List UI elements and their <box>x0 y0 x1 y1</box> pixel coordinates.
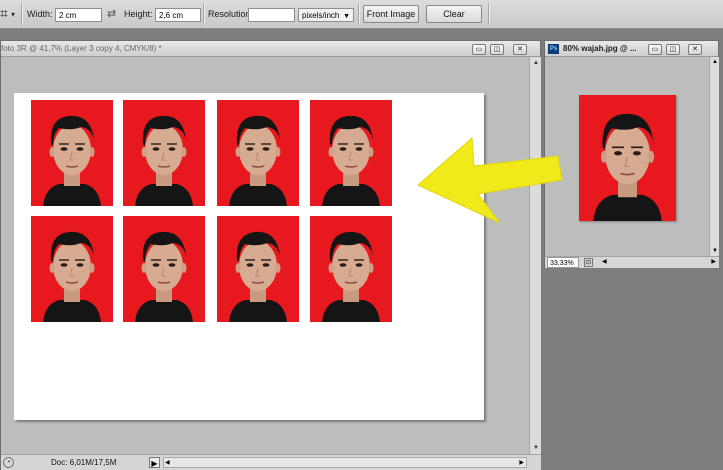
window-titlebar[interactable]: foto 3R @ 41,7% (Layer 3 copy 4, CMYK/8)… <box>1 41 540 57</box>
document-canvas[interactable] <box>1 57 529 454</box>
minimize-button[interactable]: ▭ <box>648 44 662 55</box>
portrait-photo <box>31 100 113 206</box>
scroll-down-icon[interactable]: ▼ <box>530 442 542 454</box>
zoom-level-input[interactable]: 33,33% <box>547 257 579 268</box>
close-icon: ✕ <box>517 46 523 53</box>
portrait-photo <box>31 216 113 322</box>
horizontal-scrollbar[interactable]: ◀ ▶ <box>163 457 527 468</box>
window-titlebar[interactable]: Ps 80% wajah.jpg @ ... ▭ ◫ ✕ <box>545 41 718 57</box>
close-icon: ✕ <box>692 46 698 53</box>
portrait-photo <box>217 216 299 322</box>
restore-button[interactable]: ◫ <box>490 44 504 55</box>
separator <box>203 3 204 25</box>
portrait-photo <box>123 216 205 322</box>
scroll-up-icon[interactable]: ▲ <box>710 57 720 67</box>
restore-icon: ◫ <box>493 46 501 53</box>
scroll-up-icon[interactable]: ▲ <box>530 57 542 69</box>
separator <box>358 3 359 25</box>
scroll-right-icon[interactable]: ▶ <box>711 258 716 265</box>
restore-button[interactable]: ◫ <box>666 44 680 55</box>
width-input[interactable]: 2 cm <box>55 8 102 22</box>
arrow-left-icon <box>417 136 563 224</box>
height-input[interactable]: 2,6 cm <box>155 8 201 22</box>
scroll-left-icon[interactable]: ◀ <box>165 458 170 468</box>
options-bar: ⌗ ▾ Width: 2 cm ⇄ Height: 2,6 cm Resolut… <box>0 0 723 29</box>
minimize-icon: ▭ <box>475 46 483 53</box>
front-image-button[interactable]: Front Image <box>363 5 419 23</box>
window-title: 80% wajah.jpg @ ... <box>563 44 637 53</box>
photoshop-icon: Ps <box>548 44 559 54</box>
clear-button[interactable]: Clear <box>426 5 482 23</box>
separator <box>21 3 22 25</box>
vertical-scrollbar[interactable]: ▲ ▼ <box>709 57 719 256</box>
close-button[interactable]: ✕ <box>688 44 702 55</box>
restore-icon: ◫ <box>669 46 677 53</box>
doc-size-text: Doc: 6,01M/17,5M <box>51 458 117 467</box>
resolution-input[interactable] <box>248 8 295 22</box>
width-label: Width: <box>27 9 53 19</box>
swap-arrows-icon[interactable]: ⇄ <box>107 7 116 20</box>
minimize-icon: ▭ <box>651 46 659 53</box>
resolution-label: Resolution: <box>208 9 254 19</box>
portrait-photo <box>123 100 205 206</box>
scroll-down-icon[interactable]: ▼ <box>710 246 720 256</box>
height-label: Height: <box>124 9 153 19</box>
separator <box>488 3 489 25</box>
chevron-down-icon: ▼ <box>343 13 350 20</box>
crop-icon[interactable]: ⌗ <box>0 5 8 22</box>
status-bar: 33,33% ⊡ ◀ ▶ <box>545 256 719 268</box>
portrait-photo <box>310 216 392 322</box>
status-menu-arrow-icon[interactable]: ▶ <box>149 457 160 468</box>
photoshop-workspace: ⌗ ▾ Width: 2 cm ⇄ Height: 2,6 cm Resolut… <box>0 0 723 470</box>
vertical-scrollbar[interactable]: ▲ ▼ <box>529 57 541 454</box>
scroll-right-icon[interactable]: ▶ <box>519 458 524 468</box>
close-button[interactable]: ✕ <box>513 44 527 55</box>
minimize-button[interactable]: ▭ <box>472 44 486 55</box>
source-portrait-photo <box>579 95 676 221</box>
navigator-icon[interactable]: ⊡ <box>584 258 593 267</box>
chevron-down-icon[interactable]: ▾ <box>11 10 15 19</box>
zoom-icon[interactable]: ◔ <box>3 457 14 468</box>
portrait-photo <box>217 100 299 206</box>
portrait-photo <box>310 100 392 206</box>
main-document-window: foto 3R @ 41,7% (Layer 3 copy 4, CMYK/8)… <box>0 40 541 470</box>
resolution-unit-select[interactable]: pixels/inch ▼ <box>298 8 354 22</box>
resolution-unit-value: pixels/inch <box>302 11 340 20</box>
window-title: foto 3R @ 41,7% (Layer 3 copy 4, CMYK/8)… <box>1 44 162 53</box>
status-bar: ◔ Doc: 6,01M/17,5M ▶ ◀ ▶ <box>1 454 541 470</box>
scroll-left-icon[interactable]: ◀ <box>602 258 607 265</box>
